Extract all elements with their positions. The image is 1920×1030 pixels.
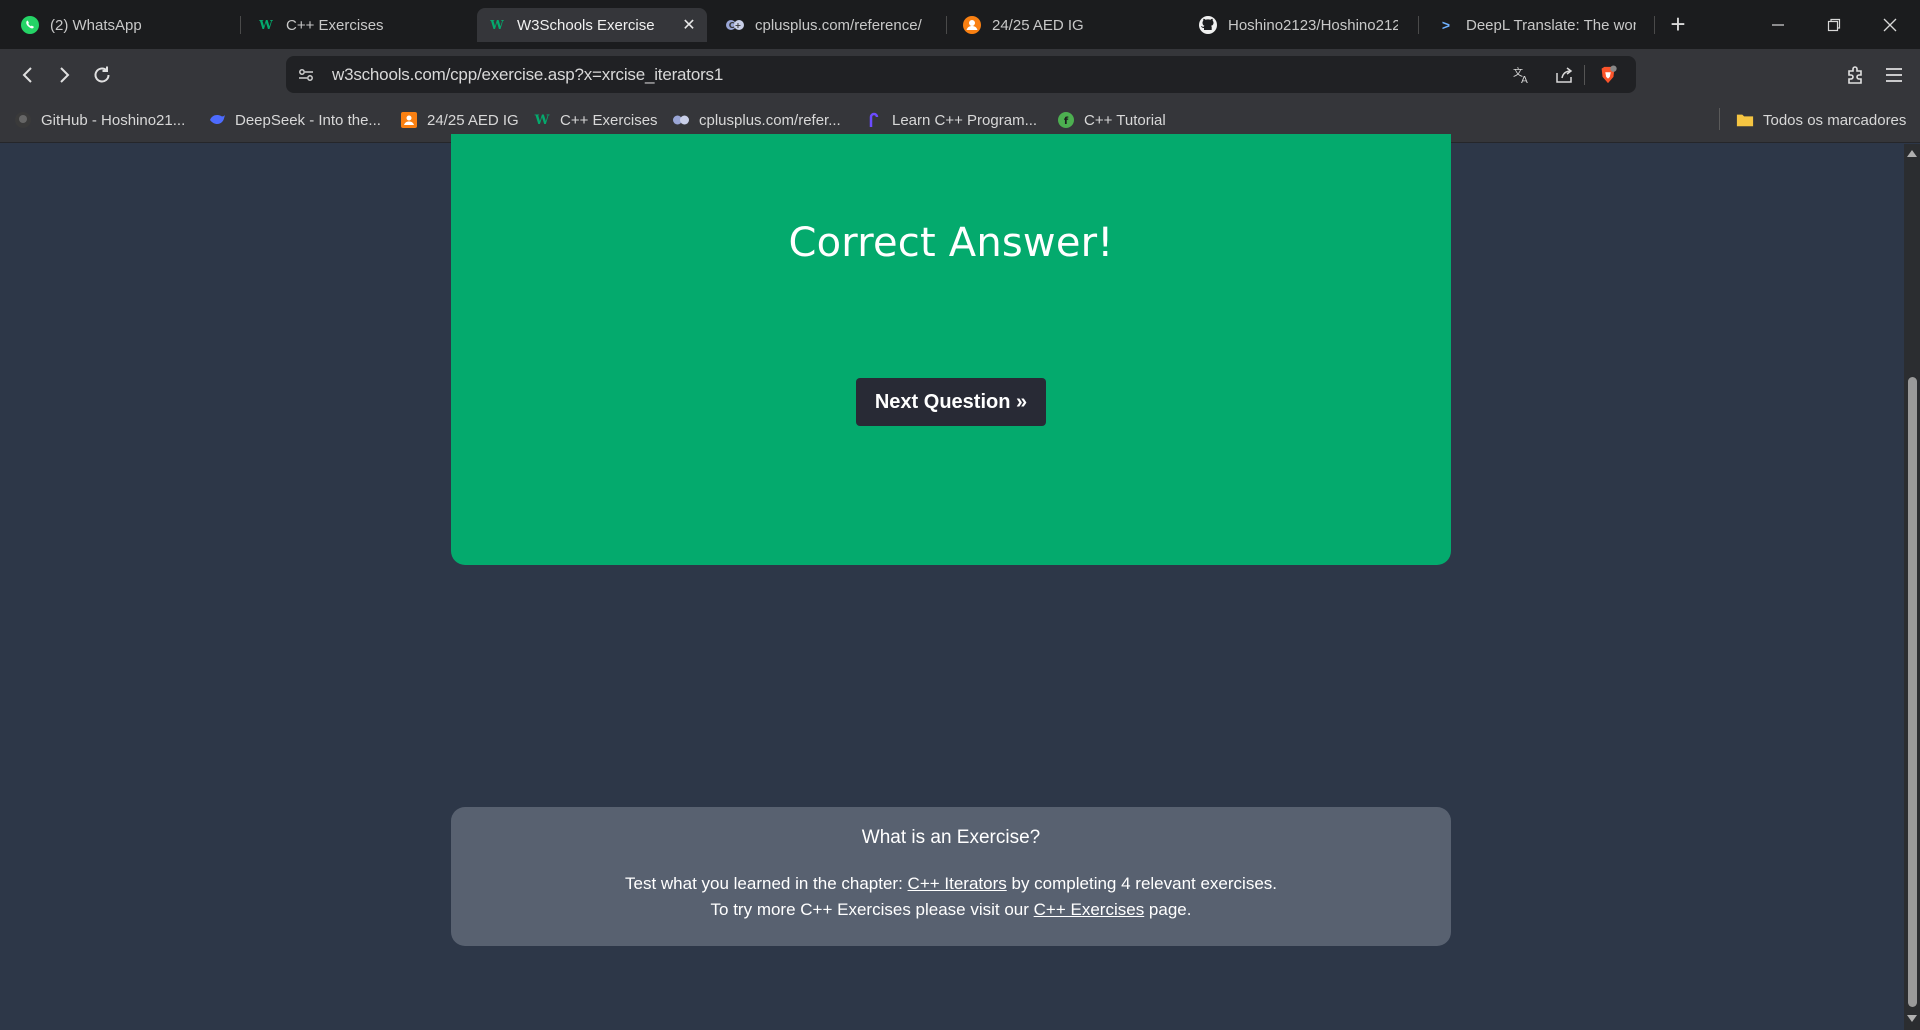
tab-deepl[interactable]: > DeepL Translate: The world <box>1426 8 1646 42</box>
scroll-thumb[interactable] <box>1908 377 1917 1007</box>
cpp-iterators-link[interactable]: C++ Iterators <box>908 874 1007 893</box>
exercise-info-card: What is an Exercise? Test what you learn… <box>451 807 1451 946</box>
github-icon <box>1198 15 1218 35</box>
restore-icon <box>1827 18 1841 31</box>
tab-w3schools-exercise[interactable]: W W3Schools Exercise ✕ <box>477 8 707 42</box>
close-icon <box>1883 18 1897 31</box>
address-bar[interactable]: w3schools.com/cpp/exercise.asp?x=xrcise_… <box>286 56 1636 93</box>
bookmark-label: 24/25 AED IG <box>427 111 519 129</box>
bookmark-label: cplusplus.com/refer... <box>699 111 841 129</box>
deepl-icon: > <box>1441 17 1451 33</box>
tab-label: DeepL Translate: The world <box>1466 16 1636 34</box>
omnibox-divider <box>1584 65 1585 85</box>
all-bookmarks-button[interactable]: Todos os marcadores <box>1736 108 1906 132</box>
tab-github[interactable]: Hoshino2123/Hoshino2123 <box>1188 8 1408 42</box>
tab-label: cplusplus.com/reference/ <box>755 16 922 34</box>
bookmark-cpp-exercises[interactable]: W C++ Exercises <box>533 108 658 132</box>
page-scrollbar[interactable] <box>1904 144 1920 1030</box>
forward-button[interactable] <box>50 61 78 89</box>
close-window-button[interactable] <box>1862 0 1918 49</box>
tab-label: (2) WhatsApp <box>50 16 142 34</box>
tab-label: C++ Exercises <box>286 16 384 34</box>
info-text: by completing 4 relevant exercises. <box>1006 874 1278 893</box>
brave-shields-icon[interactable] <box>1598 65 1618 85</box>
info-line-more: To try more C++ Exercises please visit o… <box>451 900 1451 920</box>
scroll-up-arrow-icon[interactable] <box>1907 150 1917 157</box>
folder-icon <box>1736 111 1754 129</box>
info-text: Test what you learned in the chapter: <box>624 874 908 893</box>
restore-button[interactable] <box>1806 0 1862 49</box>
result-card: Correct Answer! Next Question » <box>451 134 1451 565</box>
tab-label: W3Schools Exercise <box>517 16 655 34</box>
page-content: Correct Answer! Next Question » What is … <box>0 134 1904 1030</box>
tab-separator <box>1418 16 1419 34</box>
tab-cpp-exercises[interactable]: W C++ Exercises <box>246 8 466 42</box>
extensions-button[interactable] <box>1842 61 1870 89</box>
close-tab-icon[interactable]: ✕ <box>679 15 699 35</box>
tab-label: Hoshino2123/Hoshino2123 <box>1228 16 1398 34</box>
translate-icon[interactable]: 文A <box>1512 65 1532 85</box>
tab-cplusplus[interactable]: C+ cplusplus.com/reference/ <box>715 8 940 42</box>
bookmark-learn-cpp[interactable]: Learn C++ Program... <box>865 108 1037 132</box>
next-question-button[interactable]: Next Question » <box>856 378 1046 426</box>
info-title: What is an Exercise? <box>861 827 1041 848</box>
moodle-icon <box>962 15 982 35</box>
bookmark-label: C++ Tutorial <box>1084 111 1166 129</box>
bookmark-cplusplus[interactable]: cplusplus.com/refer... <box>672 108 841 132</box>
bookmark-label: C++ Exercises <box>560 111 658 129</box>
tab-separator <box>240 16 241 34</box>
info-text: To try more C++ Exercises please visit o… <box>710 900 1034 919</box>
bookmarks-divider <box>1719 108 1720 130</box>
site-settings-icon[interactable] <box>296 65 316 85</box>
w3schools-icon: W <box>534 112 550 128</box>
share-icon[interactable] <box>1554 65 1574 85</box>
bookmark-label: DeepSeek - Into the... <box>235 111 381 129</box>
hamburger-menu-icon <box>1886 68 1902 82</box>
puzzle-icon <box>1848 66 1862 84</box>
svg-text:f: f <box>1064 116 1069 127</box>
tab-separator <box>946 16 947 34</box>
scroll-down-arrow-icon[interactable] <box>1907 1015 1917 1022</box>
cplusplus-icon: C+ <box>725 15 745 35</box>
bookmark-deepseek[interactable]: DeepSeek - Into the... <box>208 108 381 132</box>
svg-text:A: A <box>1521 75 1528 85</box>
bookmark-cpp-tutorial[interactable]: f C++ Tutorial <box>1057 108 1166 132</box>
tab-label: 24/25 AED IG <box>992 16 1084 34</box>
url-text: w3schools.com/cpp/exercise.asp?x=xrcise_… <box>332 65 724 84</box>
whatsapp-icon <box>20 15 40 35</box>
bookmark-moodle[interactable]: 24/25 AED IG <box>400 108 519 132</box>
bookmark-github[interactable]: GitHub - Hoshino21... <box>14 108 185 132</box>
new-tab-button[interactable]: + <box>1652 0 1704 49</box>
w3schools-icon: W <box>490 18 504 32</box>
cplusplus-icon <box>672 111 690 129</box>
cpp-exercises-link[interactable]: C++ Exercises <box>1034 900 1145 919</box>
deepseek-icon <box>208 111 226 129</box>
info-text: page. <box>1144 900 1192 919</box>
bookmark-label: Learn C++ Program... <box>892 111 1038 129</box>
tab-moodle[interactable]: 24/25 AED IG <box>952 8 1177 42</box>
forward-arrow-icon <box>60 67 70 83</box>
w3schools-icon: W <box>259 18 273 32</box>
minimize-icon <box>1772 23 1784 26</box>
minimize-button[interactable] <box>1750 0 1806 49</box>
tab-strip: (2) WhatsApp W C++ Exercises W W3Schools… <box>0 0 1920 49</box>
tab-whatsapp[interactable]: (2) WhatsApp <box>10 8 240 42</box>
correct-answer-title: Correct Answer! <box>788 220 1114 266</box>
reload-button[interactable] <box>88 61 116 89</box>
menu-button[interactable] <box>1880 61 1908 89</box>
moodle-icon <box>400 111 418 129</box>
all-bookmarks-label: Todos os marcadores <box>1763 111 1907 129</box>
back-arrow-icon <box>22 67 32 83</box>
github-icon <box>14 111 32 129</box>
info-line-chapter: Test what you learned in the chapter: C+… <box>451 874 1451 894</box>
svg-text:C+: C+ <box>729 21 742 30</box>
cpp-tutorial-icon: f <box>1057 111 1075 129</box>
bookmark-label: GitHub - Hoshino21... <box>41 111 186 129</box>
programiz-icon <box>865 111 883 129</box>
reload-icon <box>94 66 110 83</box>
back-button[interactable] <box>14 61 42 89</box>
browser-toolbar: w3schools.com/cpp/exercise.asp?x=xrcise_… <box>0 49 1920 99</box>
